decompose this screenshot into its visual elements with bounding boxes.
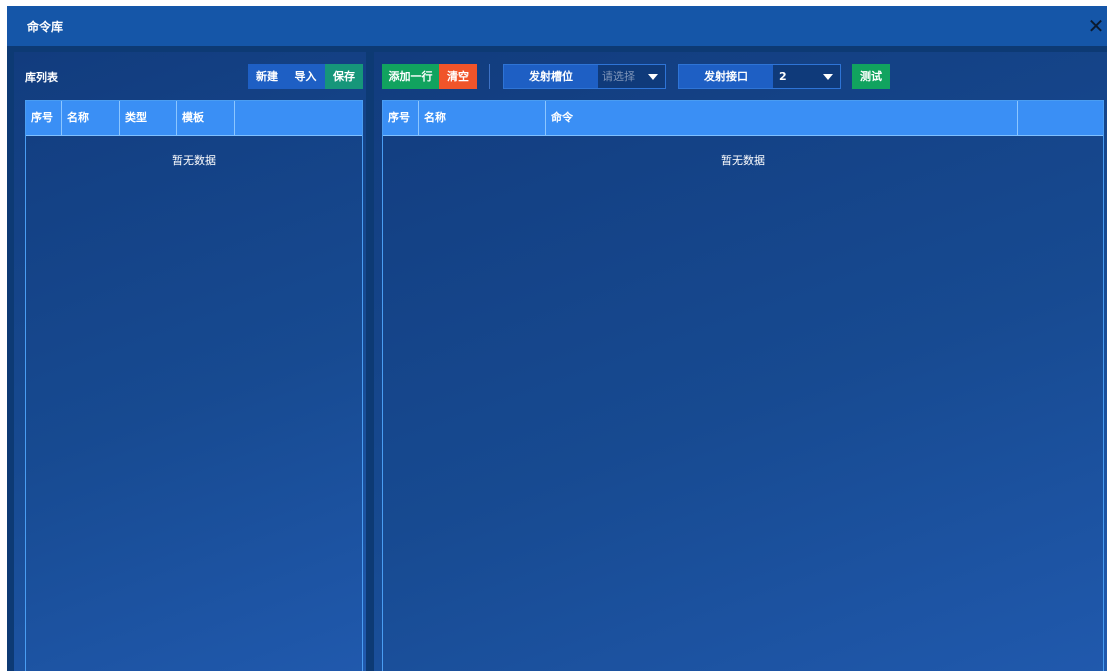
title-bar: 命令库 ✕ (7, 6, 1107, 46)
chevron-down-icon[interactable] (648, 74, 658, 80)
toolbar-divider (489, 64, 490, 89)
command-table-header: 序号 名称 命令 (383, 101, 1103, 136)
library-table: 序号 名称 类型 模板 暂无数据 (25, 100, 363, 671)
library-list-title: 库列表 (25, 71, 58, 84)
column-header-index[interactable]: 序号 (26, 101, 62, 135)
add-row-button[interactable]: 添加一行 (382, 64, 439, 89)
launch-port-value: 2 (779, 70, 787, 83)
column-header-blank (235, 101, 362, 135)
command-library-window: 命令库 ✕ 库列表 新建 导入 保存 序号 名称 类型 模板 暂无数据 添加一行… (7, 6, 1107, 671)
column-header-name[interactable]: 名称 (419, 101, 546, 135)
library-table-header: 序号 名称 类型 模板 (26, 101, 362, 136)
save-button[interactable]: 保存 (325, 64, 363, 89)
column-header-type[interactable]: 类型 (120, 101, 177, 135)
empty-state-text: 暂无数据 (721, 154, 765, 167)
launch-port-label: 发射接口 (679, 65, 773, 88)
column-header-blank (1018, 101, 1103, 135)
clear-button[interactable]: 清空 (439, 64, 477, 89)
empty-state-text: 暂无数据 (172, 154, 216, 167)
launch-port-select[interactable]: 发射接口 2 (678, 64, 841, 89)
column-header-index[interactable]: 序号 (383, 101, 419, 135)
close-icon[interactable]: ✕ (1085, 15, 1107, 37)
column-header-command[interactable]: 命令 (546, 101, 1018, 135)
column-header-template[interactable]: 模板 (177, 101, 235, 135)
import-button[interactable]: 导入 (286, 64, 325, 89)
window-title: 命令库 (27, 20, 64, 34)
launch-slot-select[interactable]: 发射槽位 请选择 (503, 64, 666, 89)
command-panel: 添加一行 清空 发射槽位 请选择 发射接口 2 测试 序号 名称 命令 暂无数据 (374, 52, 1107, 671)
launch-slot-value: 请选择 (602, 70, 635, 83)
test-button[interactable]: 测试 (852, 64, 890, 89)
library-list-panel: 库列表 新建 导入 保存 序号 名称 类型 模板 暂无数据 (14, 52, 366, 671)
chevron-down-icon[interactable] (823, 74, 833, 80)
new-button[interactable]: 新建 (248, 64, 286, 89)
column-header-name[interactable]: 名称 (62, 101, 120, 135)
command-table: 序号 名称 命令 暂无数据 (382, 100, 1104, 671)
launch-slot-label: 发射槽位 (504, 65, 598, 88)
